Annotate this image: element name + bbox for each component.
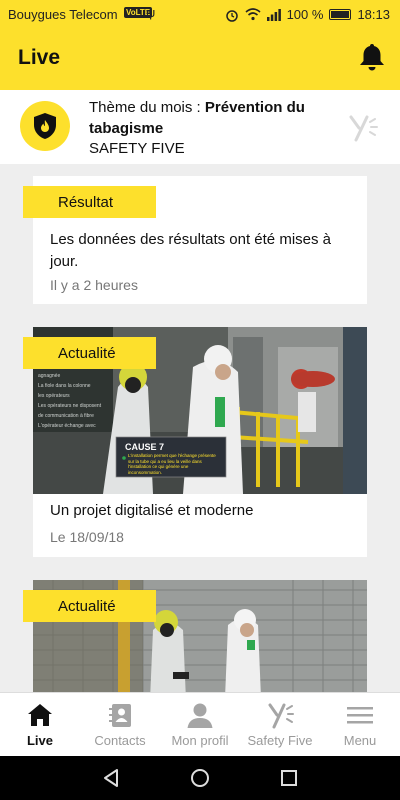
safety-five-logo-icon (268, 703, 294, 729)
nav-label: Contacts (94, 733, 146, 748)
recent-apps-icon[interactable] (280, 768, 298, 788)
nav-item-contacts[interactable]: Contacts (80, 693, 160, 756)
card-tag: Actualité (23, 590, 156, 622)
bottom-navigation: Live Contacts Mon profil Safety Five Men… (0, 692, 400, 756)
svg-text:agnagnée: agnagnée (38, 373, 60, 379)
nav-label: Mon profil (171, 733, 229, 748)
back-icon[interactable] (102, 768, 120, 788)
svg-text:les opérateurs: les opérateurs (38, 393, 70, 399)
card-date: Le 18/09/18 (50, 529, 124, 545)
clock: 18:13 (357, 7, 390, 22)
wifi-icon (245, 8, 261, 21)
feed-card-news[interactable]: agnagnée La fiole dans la colonne les op… (23, 327, 367, 557)
home-circle-icon[interactable] (190, 768, 210, 788)
shield-icon (34, 113, 56, 139)
svg-text:de communication à fibre: de communication à fibre (38, 413, 94, 419)
card-date: Il y a 2 heures (50, 277, 138, 293)
news-feed[interactable]: Résultat Les données des résultats ont é… (0, 164, 400, 692)
battery-icon (329, 9, 352, 20)
nav-label: Safety Five (247, 733, 313, 748)
theme-prefix: Thème du mois : (89, 99, 205, 116)
svg-text:Les opérateurs ne disposent: Les opérateurs ne disposent (38, 403, 102, 409)
caption-text: L'installation permet que l'échange prés… (128, 453, 216, 475)
nav-label: Menu (343, 733, 377, 748)
svg-text:L'opérateur échange avec: L'opérateur échange avec (38, 423, 96, 429)
card-tag: Résultat (23, 186, 156, 218)
battery-percent: 100 % (286, 7, 324, 22)
app-header: Bouygues Telecom VoLTE ψ 100 % 18:13 Liv… (0, 0, 400, 90)
theme-banner[interactable]: Thème du mois : Prévention du tabagisme … (0, 90, 400, 164)
card-tag: Actualité (23, 337, 156, 369)
theme-title: Thème du mois : Prévention du tabagisme (89, 97, 339, 139)
alarm-icon (225, 9, 238, 22)
system-navigation-bar (0, 756, 400, 800)
page-title: Live (18, 46, 61, 69)
signal-icon (266, 8, 281, 21)
contacts-icon (109, 704, 131, 727)
nav-item-menu[interactable]: Menu (320, 693, 400, 756)
card-title: Un projet digitalisé et moderne (50, 502, 254, 519)
card-title: Les données des résultats ont été mises … (50, 231, 332, 270)
safety-five-watermark-icon (349, 115, 378, 142)
nav-label: Live (26, 733, 53, 748)
profile-icon (187, 703, 213, 728)
menu-icon (347, 707, 373, 724)
notifications-bell-icon[interactable] (358, 42, 386, 72)
theme-brand: SAFETY FIVE (89, 140, 185, 157)
feed-card-news[interactable]: Actualité (23, 580, 367, 692)
theme-logo (20, 101, 70, 151)
nav-item-safety-five[interactable]: Safety Five (240, 693, 320, 756)
nav-item-profile[interactable]: Mon profil (160, 693, 240, 756)
svg-text:La fiole dans la colonne: La fiole dans la colonne (38, 383, 91, 389)
caption-title: CAUSE 7 (125, 442, 164, 452)
feed-card-result[interactable]: Résultat Les données des résultats ont é… (23, 176, 367, 304)
home-icon (28, 704, 52, 726)
usb-icon: ψ (146, 5, 156, 20)
nav-item-live[interactable]: Live (0, 693, 80, 756)
status-bar: Bouygues Telecom VoLTE ψ 100 % 18:13 (0, 0, 400, 28)
carrier-label: Bouygues Telecom (8, 7, 118, 22)
